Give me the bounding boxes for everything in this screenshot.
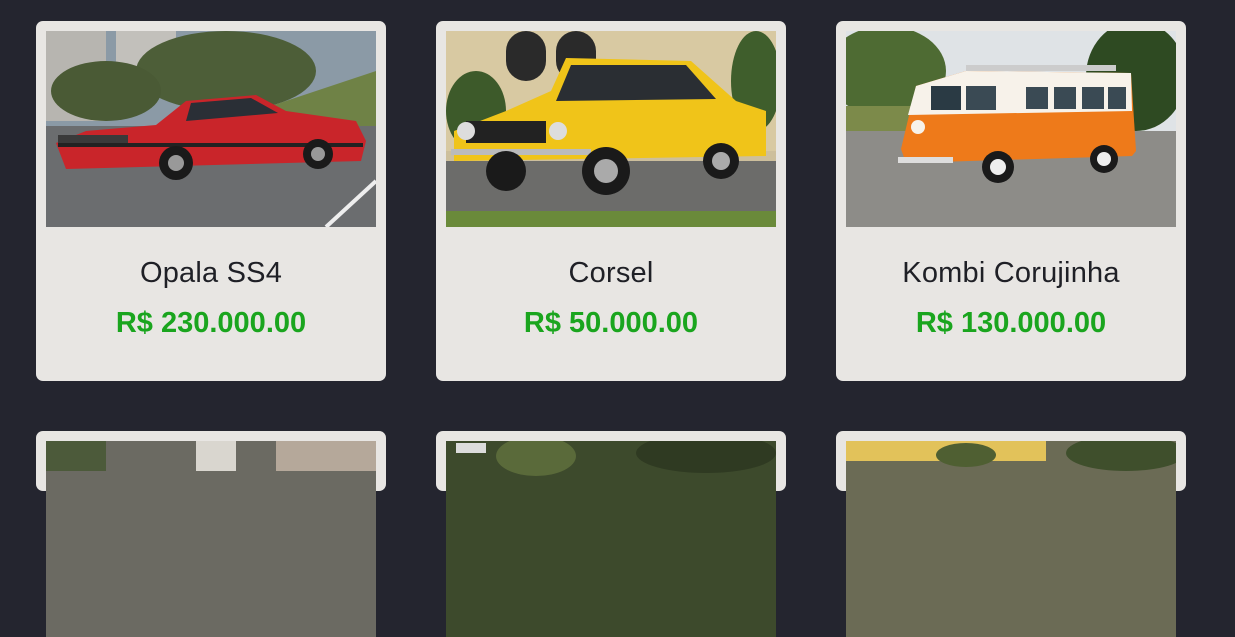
car-price: R$ 130.000.00: [915, 307, 1107, 339]
red-muscle-car-image: [46, 31, 376, 227]
car-name: Corsel: [568, 257, 654, 289]
car-name: Opala SS4: [139, 257, 283, 289]
car-photo-corsel[interactable]: [446, 31, 776, 227]
car-card-corsel[interactable]: Corsel R$ 50.000.00: [436, 21, 786, 381]
product-grid: Opala SS4 R$ 230.000.00 Corsel R$ 50.000…: [0, 0, 1235, 637]
car-photo-kombi[interactable]: [846, 31, 1176, 227]
car-photo-partial[interactable]: [46, 441, 376, 637]
car-photo-partial[interactable]: [846, 441, 1176, 637]
car-price: R$ 230.000.00: [115, 307, 307, 339]
car-photo-partial[interactable]: [446, 441, 776, 637]
car-price: R$ 50.000.00: [523, 307, 699, 339]
car-card-partial[interactable]: [436, 431, 786, 637]
car-image: [846, 441, 1176, 637]
car-name: Kombi Corujinha: [902, 257, 1120, 289]
car-photo-opala[interactable]: [46, 31, 376, 227]
yellow-classic-car-image: [446, 31, 776, 227]
car-card-opala[interactable]: Opala SS4 R$ 230.000.00: [36, 21, 386, 381]
orange-vw-van-image: [846, 31, 1176, 227]
car-card-kombi[interactable]: Kombi Corujinha R$ 130.000.00: [836, 21, 1186, 381]
car-image: [446, 441, 776, 637]
car-card-partial[interactable]: [36, 431, 386, 637]
car-card-partial[interactable]: [836, 431, 1186, 637]
car-image: [46, 441, 376, 637]
